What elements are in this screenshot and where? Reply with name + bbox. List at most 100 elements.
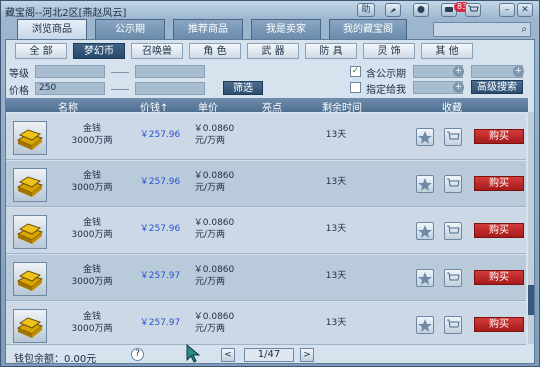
col-time[interactable]: 剩余时间	[322, 99, 362, 114]
buy-button[interactable]: 购买	[474, 176, 524, 191]
col-price[interactable]: 价钱↑	[140, 99, 168, 114]
public-period-label: 含公示期	[366, 69, 406, 80]
buy-button[interactable]: 购买	[474, 270, 524, 285]
table-row[interactable]: 金钱 3000万两 ￥257.97 ￥0.0860 元/万两 13天 购买	[6, 255, 526, 301]
item-price: ￥257.96	[139, 224, 181, 234]
item-unit-suffix: 元/万两	[194, 324, 226, 334]
next-page-button[interactable]: >	[300, 348, 314, 362]
item-unit-price: ￥0.0860	[193, 218, 235, 228]
tab-public[interactable]: 公示期	[95, 19, 165, 39]
col-name[interactable]: 名称	[58, 99, 78, 114]
star-icon[interactable]	[416, 128, 434, 146]
cart-icon[interactable]	[444, 269, 462, 287]
item-unit-suffix: 元/万两	[194, 230, 226, 240]
table-row[interactable]: 金钱 3000万两 ￥257.96 ￥0.0860 元/万两 13天 购买	[6, 161, 526, 207]
add-icon[interactable]: +	[513, 66, 524, 77]
public-period-checkbox[interactable]: ✓	[350, 66, 361, 77]
item-price: ￥257.96	[139, 177, 181, 187]
star-icon[interactable]	[416, 222, 434, 240]
add-icon[interactable]: +	[453, 66, 464, 77]
filter-button[interactable]: 筛选	[223, 81, 263, 95]
item-time: 13天	[325, 318, 347, 328]
help-icon[interactable]: ?	[131, 348, 144, 361]
col-unit[interactable]: 单价	[198, 99, 218, 114]
gold-ingot-icon	[16, 223, 44, 244]
table-header: 名称 价钱↑ 单价 亮点 剩余时间 收藏	[6, 98, 528, 114]
item-time: 13天	[325, 271, 347, 281]
gold-item-image[interactable]	[13, 215, 47, 249]
cart-icon[interactable]	[444, 222, 462, 240]
window: 藏宝阁--河北2区[燕赵风云] 助 83 – ✕ 浏览商品 公示期 推荐商品 我…	[0, 0, 540, 367]
item-unit-price: ￥0.0860	[193, 171, 235, 181]
star-icon[interactable]	[416, 269, 434, 287]
cart-icon[interactable]	[465, 3, 481, 17]
prev-page-button[interactable]: <	[221, 348, 235, 362]
gold-item-image[interactable]	[13, 121, 47, 155]
settings-icon[interactable]	[413, 3, 429, 17]
tab-browse[interactable]: 浏览商品	[17, 19, 87, 39]
table-row[interactable]: 金钱 3000万两 ￥257.97 ￥0.0860 元/万两 13天 购买	[6, 302, 526, 345]
price-label: 价格	[9, 86, 29, 97]
assigned-checkbox[interactable]	[350, 82, 361, 93]
gold-ingot-icon	[16, 176, 44, 197]
help-button[interactable]: 助	[357, 3, 375, 17]
advanced-search-button[interactable]: 高级搜索	[471, 80, 523, 94]
cart-icon[interactable]	[444, 316, 462, 334]
cart-icon[interactable]	[444, 128, 462, 146]
search-input[interactable]: ⌕	[433, 22, 531, 37]
tab-my-treasure[interactable]: 我的藏宝阁	[329, 19, 407, 39]
tab-recommended[interactable]: 推荐商品	[173, 19, 243, 39]
table-row[interactable]: 金钱 3000万两 ￥257.96 ￥0.0860 元/万两 13天 购买	[6, 114, 526, 160]
star-icon[interactable]	[416, 316, 434, 334]
minimize-button[interactable]: –	[499, 3, 515, 17]
scrollbar-thumb[interactable]	[528, 285, 534, 315]
pin-icon[interactable]	[385, 3, 401, 17]
category-other[interactable]: 其 他	[421, 43, 473, 59]
price-max-input[interactable]	[135, 82, 205, 95]
footer: 钱包余额：0.00元 ? < 1/47 >	[6, 343, 528, 365]
item-unit-suffix: 元/万两	[194, 277, 226, 287]
category-weapons[interactable]: 武 器	[247, 43, 299, 59]
item-amount: 3000万两	[71, 230, 113, 240]
tab-seller[interactable]: 我是卖家	[251, 19, 321, 39]
category-currency[interactable]: 梦幻币	[73, 43, 125, 59]
search-icon[interactable]: ⌕	[521, 24, 527, 35]
gold-item-image[interactable]	[13, 168, 47, 202]
item-amount: 3000万两	[71, 324, 113, 334]
close-button[interactable]: ✕	[517, 3, 533, 17]
level-max-input[interactable]	[135, 65, 205, 78]
category-ornaments[interactable]: 灵 饰	[363, 43, 415, 59]
item-time: 13天	[325, 130, 347, 140]
title-bar: 藏宝阁--河北2区[燕赵风云] 助 83 – ✕	[1, 1, 539, 19]
buy-button[interactable]: 购买	[474, 223, 524, 238]
gold-ingot-icon	[16, 129, 44, 150]
price-min-input[interactable]: 250	[35, 82, 105, 95]
gold-item-image[interactable]	[13, 309, 47, 343]
col-favorite: 收藏	[442, 103, 462, 114]
category-pets[interactable]: 召唤兽	[131, 43, 183, 59]
scrollbar[interactable]	[528, 112, 534, 344]
item-amount: 3000万两	[71, 136, 113, 146]
gold-item-image[interactable]	[13, 262, 47, 296]
item-price: ￥257.97	[139, 318, 181, 328]
item-name: 金钱	[82, 312, 101, 322]
buy-button[interactable]: 购买	[474, 317, 524, 332]
gold-ingot-icon	[16, 270, 44, 291]
item-amount: 3000万两	[71, 183, 113, 193]
gold-ingot-icon	[16, 317, 44, 338]
assigned-label: 指定给我	[366, 85, 406, 96]
level-dash	[111, 72, 129, 73]
level-min-input[interactable]	[35, 65, 105, 78]
add-icon[interactable]: +	[453, 82, 464, 93]
table-row[interactable]: 金钱 3000万两 ￥257.96 ￥0.0860 元/万两 13天 购买	[6, 208, 526, 254]
cart-icon[interactable]	[444, 175, 462, 193]
star-icon[interactable]	[416, 175, 434, 193]
item-name: 金钱	[82, 265, 101, 275]
category-all[interactable]: 全 部	[15, 43, 67, 59]
category-armor[interactable]: 防 具	[305, 43, 357, 59]
buy-button[interactable]: 购买	[474, 129, 524, 144]
category-roles[interactable]: 角 色	[189, 43, 241, 59]
page-indicator[interactable]: 1/47	[244, 348, 294, 362]
item-time: 13天	[325, 177, 347, 187]
item-time: 13天	[325, 224, 347, 234]
